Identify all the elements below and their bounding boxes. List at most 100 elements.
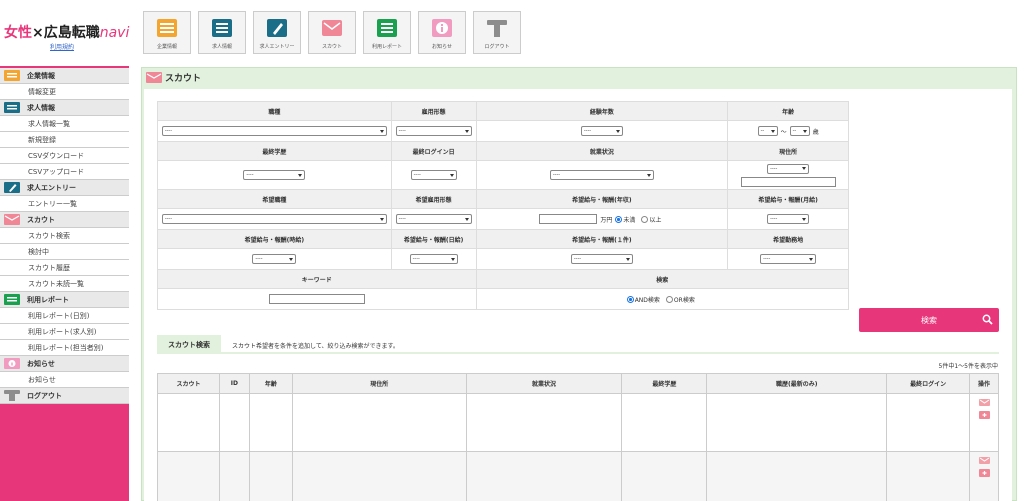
age-min-select[interactable]: --: [757, 126, 778, 136]
age-unit-label: 歳: [812, 128, 819, 136]
sidebar-item-jobs-csv-upload[interactable]: CSVアップロード: [0, 164, 129, 180]
results-description: スカウト希望者を条件を追加して、絞り込み検索ができます。: [232, 343, 399, 350]
topnav-company[interactable]: 企業情報: [143, 11, 191, 54]
topnav-jobs[interactable]: 求人情報: [198, 11, 246, 54]
address-input[interactable]: [740, 176, 836, 187]
scout-mail-icon[interactable]: [978, 456, 990, 465]
radio-icon: [641, 215, 649, 223]
over-radio[interactable]: 以上: [641, 215, 661, 224]
wish-location-select[interactable]: ----: [760, 254, 817, 264]
sidebar: 企業情報 情報変更 求人情報 求人情報一覧 新規登録 CSVダウンロード CSV…: [0, 66, 129, 501]
education-select[interactable]: ----: [243, 170, 306, 180]
sidebar-item-company-edit[interactable]: 情報変更: [0, 84, 129, 100]
sidebar-item-scout-search[interactable]: スカウト検索: [0, 228, 129, 244]
keyword-input[interactable]: [268, 294, 365, 304]
topnav-logout[interactable]: ログアウト: [473, 11, 521, 54]
label-education: 最終学歴: [158, 142, 392, 161]
site-logo[interactable]: 女性×広島転職navi: [4, 22, 129, 42]
search-icon: [982, 314, 993, 325]
report-icon: [4, 294, 20, 305]
sidebar-head-report: 利用レポート: [0, 292, 129, 308]
label-wish-salary-day: 希望給与・報酬(日給): [391, 230, 477, 249]
col-career: 職歴(最新のみ): [707, 374, 888, 394]
sidebar-item-jobs-list[interactable]: 求人情報一覧: [0, 116, 129, 132]
label-last-login: 最終ログイン日: [391, 142, 477, 161]
age-max-select[interactable]: --: [789, 126, 810, 136]
logout-icon: [487, 20, 507, 37]
mail-icon: [322, 20, 342, 36]
wish-salary-year-input[interactable]: [539, 214, 598, 224]
scout-mail-icon[interactable]: [978, 398, 990, 407]
sidebar-item-report-staff[interactable]: 利用レポート(担当者別): [0, 340, 129, 356]
radio-icon: [665, 295, 673, 303]
info-icon: [432, 19, 452, 37]
table-row: [158, 452, 1000, 501]
or-search-radio[interactable]: OR検索: [665, 295, 695, 304]
wish-job-select[interactable]: ----: [161, 214, 387, 224]
tab-scout-search[interactable]: スカウト検索: [157, 335, 221, 354]
sidebar-item-logout[interactable]: ログアウト: [0, 388, 129, 404]
wish-salary-hour-select[interactable]: ----: [252, 254, 297, 264]
topnav-report[interactable]: 利用レポート: [363, 11, 411, 54]
label-wish-employment: 希望雇用形態: [391, 190, 477, 209]
top-nav: 企業情報 求人情報 求人エントリー スカウト 利用レポート お知らせ ログアウト: [143, 11, 521, 54]
wish-salary-month-select[interactable]: ----: [767, 214, 810, 224]
col-age: 年齢: [249, 374, 293, 394]
add-folder-icon[interactable]: [978, 468, 990, 477]
col-actions: 操作: [970, 374, 1000, 394]
experience-select[interactable]: ----: [580, 126, 623, 136]
search-form: 職種 雇用形態 経験年数 年齢 ---- ---- ---- -- ～ -- 歳 最終…: [157, 101, 849, 310]
col-education: 最終学歴: [622, 374, 708, 394]
building-icon: [157, 19, 177, 37]
topnav-scout[interactable]: スカウト: [308, 11, 356, 54]
sidebar-item-news[interactable]: お知らせ: [0, 372, 129, 388]
sidebar-item-jobs-new[interactable]: 新規登録: [0, 132, 129, 148]
label-wish-salary-hour: 希望給与・報酬(時給): [158, 230, 392, 249]
last-login-select[interactable]: ----: [410, 170, 457, 180]
results-count: 5件中1～5件を表示中: [938, 363, 998, 370]
sidebar-item-scout-pending[interactable]: 検討中: [0, 244, 129, 260]
col-status: 就業状況: [466, 374, 623, 394]
label-wish-job: 希望職種: [158, 190, 392, 209]
col-scout: スカウト: [158, 374, 220, 394]
sidebar-item-entry-list[interactable]: エントリー一覧: [0, 196, 129, 212]
label-status: 就業状況: [476, 142, 729, 161]
pen-icon: [4, 182, 20, 193]
table-row: [158, 394, 1000, 452]
label-age: 年齢: [728, 102, 849, 121]
page-title: スカウト: [146, 71, 201, 84]
wish-salary-day-select[interactable]: ----: [409, 254, 458, 264]
add-folder-icon[interactable]: [978, 410, 990, 419]
building-icon: [4, 70, 20, 81]
main-area: スカウト 職種 雇用形態 経験年数 年齢 ---- ---- ---- -- ～ -…: [141, 67, 1017, 501]
sidebar-item-scout-history[interactable]: スカウト履歴: [0, 260, 129, 276]
col-id: ID: [219, 374, 250, 394]
tilde-label: ～: [780, 128, 787, 136]
sidebar-item-scout-unread[interactable]: スカウト未読一覧: [0, 276, 129, 292]
label-keyword: キーワード: [158, 270, 477, 289]
topnav-entry[interactable]: 求人エントリー: [253, 11, 301, 54]
pen-icon: [267, 19, 287, 37]
wish-employment-select[interactable]: ----: [395, 214, 472, 224]
job-select[interactable]: ----: [161, 126, 387, 136]
under-radio[interactable]: 未満: [615, 215, 635, 224]
results-tabbar: スカウト検索 スカウト希望者を条件を追加して、絞り込み検索ができます。: [157, 335, 999, 354]
label-wish-salary-year: 希望給与・報酬(年収): [476, 190, 729, 209]
status-select[interactable]: ----: [549, 170, 654, 180]
employment-select[interactable]: ----: [395, 126, 472, 136]
sidebar-head-company: 企業情報: [0, 68, 129, 84]
man-yen-label: 万円: [600, 216, 613, 224]
topnav-news[interactable]: お知らせ: [418, 11, 466, 54]
col-address: 現住所: [292, 374, 467, 394]
wish-salary-case-select[interactable]: ----: [570, 254, 633, 264]
sidebar-item-jobs-csv-download[interactable]: CSVダウンロード: [0, 148, 129, 164]
address-select[interactable]: ----: [767, 163, 810, 174]
search-button[interactable]: 検索: [859, 308, 999, 332]
sidebar-item-report-job[interactable]: 利用レポート(求人別): [0, 324, 129, 340]
label-wish-salary-case: 希望給与・報酬(１件): [476, 230, 729, 249]
and-search-radio[interactable]: AND検索: [626, 295, 660, 304]
logout-icon: [4, 390, 20, 401]
list-icon: [4, 102, 20, 113]
sidebar-item-report-daily[interactable]: 利用レポート(日別): [0, 308, 129, 324]
terms-link[interactable]: 利用規約: [50, 42, 74, 51]
